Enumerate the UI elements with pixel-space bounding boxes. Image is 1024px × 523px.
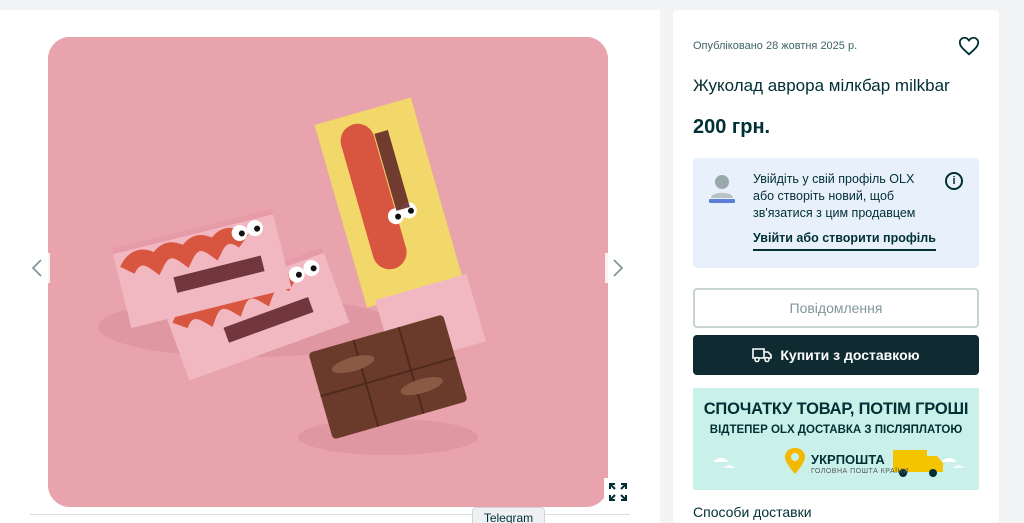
heart-icon <box>958 36 980 56</box>
listing-price: 200 грн. <box>693 116 771 138</box>
info-icon[interactable]: i <box>945 172 963 190</box>
fullscreen-button[interactable] <box>604 478 632 506</box>
location-pin-icon <box>785 448 805 474</box>
expand-icon <box>609 483 627 501</box>
listing-title: Жуколад аврора мілкбар milkbar <box>693 76 950 95</box>
ukrposhta-logo-text: УКРПОШТА <box>811 452 885 467</box>
message-button[interactable]: Повідомлення <box>693 288 979 328</box>
telegram-tooltip: Telegram <box>472 507 545 523</box>
user-avatar-icon <box>707 172 737 206</box>
published-date: Опубліковано 28 жовтня 2025 р. <box>693 40 858 52</box>
delivery-promo-banner[interactable]: СПОЧАТКУ ТОВАР, ПОТІМ ГРОШІ ВІДТЕПЕР OLX… <box>693 388 979 490</box>
listing-sidebar: Опубліковано 28 жовтня 2025 р. Жуколад а… <box>673 10 999 523</box>
banner-subheadline: ВІДТЕПЕР OLX ДОСТАВКА З ПІСЛЯПЛАТОЮ <box>709 424 963 436</box>
next-image-button[interactable] <box>605 253 631 283</box>
buy-button-label: Купити з доставкою <box>780 347 920 363</box>
login-prompt: Увійдіть у свій профіль OLX або створіть… <box>693 158 979 268</box>
ukrposhta-tagline: ГОЛОВНА ПОШТА КРАЇНИ <box>811 468 909 475</box>
truck-icon <box>752 348 773 363</box>
chevron-left-icon <box>31 259 42 277</box>
delivery-methods-heading: Способи доставки <box>693 504 812 520</box>
chevron-right-icon <box>613 259 624 277</box>
banner-headline: СПОЧАТКУ ТОВАР, ПОТІМ ГРОШІ <box>703 400 969 418</box>
favorite-button[interactable] <box>958 35 980 57</box>
prev-image-button[interactable] <box>24 253 50 283</box>
product-photo[interactable] <box>48 37 608 507</box>
login-prompt-text: Увійдіть у свій профіль OLX або створіть… <box>753 172 916 220</box>
product-photo-art <box>48 37 608 507</box>
buy-with-delivery-button[interactable]: Купити з доставкою <box>693 335 979 375</box>
image-gallery <box>0 10 660 523</box>
login-link[interactable]: Увійти або створити профіль <box>753 231 936 251</box>
